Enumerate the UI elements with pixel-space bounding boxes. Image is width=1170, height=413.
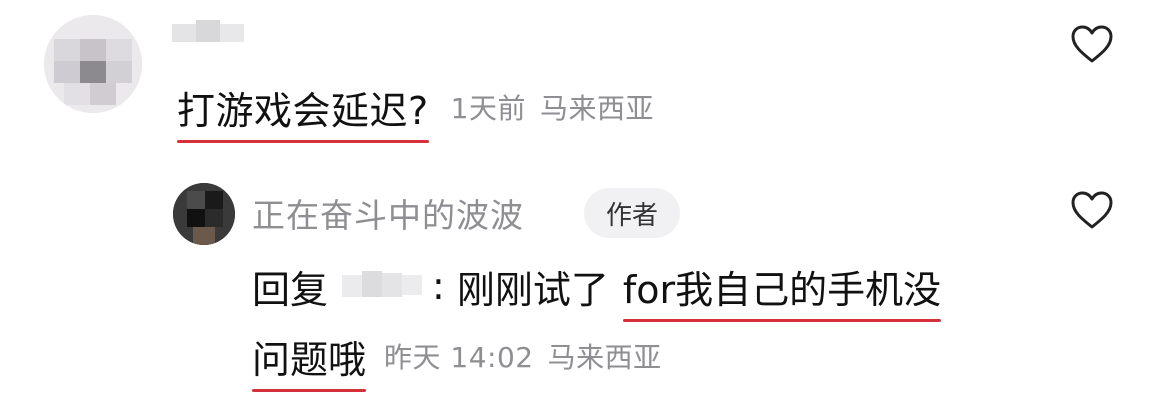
avatar-blur-block xyxy=(54,61,80,83)
avatar-blur-block xyxy=(187,209,205,227)
avatar-blur-block xyxy=(90,83,116,105)
reply-time: 昨天 14:02 xyxy=(384,341,534,374)
commenter-username-blurred[interactable] xyxy=(172,20,252,46)
reply-colon: : xyxy=(432,264,445,308)
reply-text-plain: 刚刚试了 xyxy=(456,267,609,312)
commenter-avatar[interactable] xyxy=(44,15,142,113)
mention-blur-block xyxy=(342,275,363,297)
avatar-blur-block xyxy=(64,83,90,105)
mention-blur-block xyxy=(382,273,403,297)
comment-text: 打游戏会延迟? xyxy=(177,80,429,143)
avatar-blur-block xyxy=(187,191,205,209)
avatar-blur-block xyxy=(80,61,106,83)
avatar-blur-block xyxy=(193,227,215,245)
heart-outline-icon[interactable] xyxy=(1070,190,1114,230)
heart-outline-icon[interactable] xyxy=(1070,24,1114,64)
avatar-blur-block xyxy=(106,61,132,83)
reply-text-line-1: 回复 : 刚刚试了 for我自己的手机没 xyxy=(252,262,942,322)
comment-underline xyxy=(177,139,429,143)
reply-author-name[interactable]: 正在奋斗中的波波 xyxy=(252,189,524,237)
avatar-blur-block xyxy=(54,39,80,61)
reply-underline-1 xyxy=(622,318,942,322)
comment-location: 马来西亚 xyxy=(540,92,655,125)
reply-prefix: 回复 xyxy=(252,267,329,312)
mention-blur-block xyxy=(362,271,383,297)
avatar-blur-block xyxy=(205,209,223,227)
reply-location: 马来西亚 xyxy=(547,341,662,374)
comment-text-content: 打游戏会延迟? xyxy=(177,88,429,133)
reply-underline-2 xyxy=(252,388,367,392)
mention-blur-block xyxy=(402,275,423,295)
avatar-blur-block xyxy=(205,191,223,209)
reply-text-underlined-2: 问题哦 xyxy=(252,329,367,392)
username-blur-block xyxy=(220,24,244,42)
avatar-blur-block xyxy=(80,39,106,61)
username-blur-block xyxy=(196,20,220,42)
reply-mention-blurred[interactable] xyxy=(342,271,424,301)
reply-text-line-2: 问题哦 昨天 14:02 马来西亚 xyxy=(252,332,662,392)
reply-text-underlined-2-content: 问题哦 xyxy=(252,337,367,382)
username-blur-block xyxy=(172,24,196,42)
comment-row: 打游戏会延迟? 1天前 马来西亚 xyxy=(177,80,655,143)
avatar-blur-block xyxy=(106,39,132,61)
comment-time: 1天前 xyxy=(450,92,526,125)
reply-author-avatar[interactable] xyxy=(173,183,235,245)
reply-text-underlined-1: for我自己的手机没 xyxy=(622,259,942,322)
reply-text-underlined-1-content: for我自己的手机没 xyxy=(622,267,942,312)
author-badge: 作者 xyxy=(584,188,680,238)
